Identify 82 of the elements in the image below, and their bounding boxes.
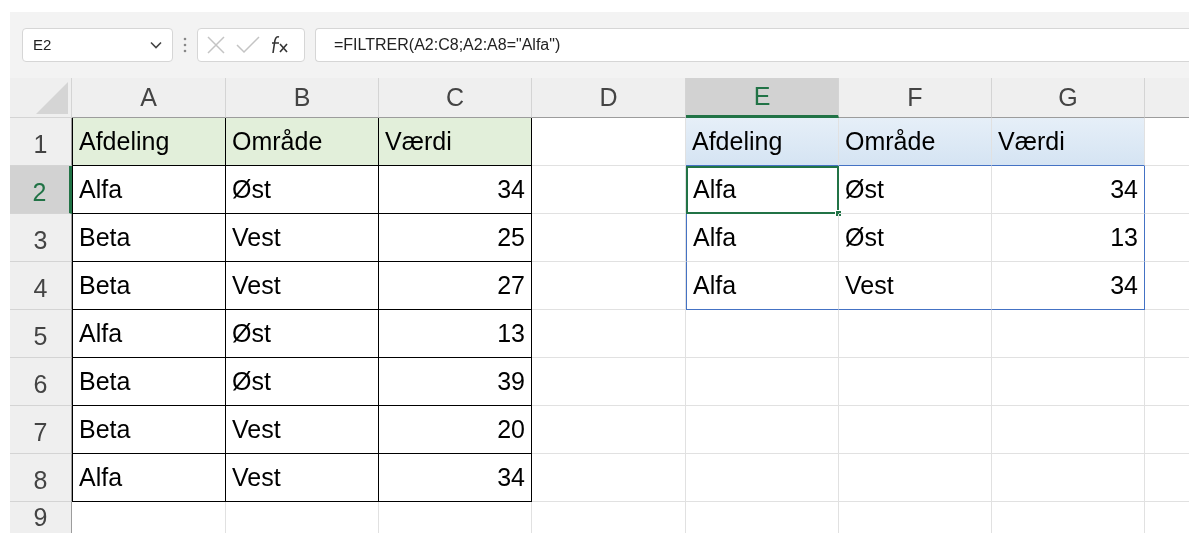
empty-cell[interactable] — [532, 310, 686, 358]
header-cell[interactable]: Værdi — [992, 118, 1145, 166]
row-header[interactable]: 8 — [10, 454, 72, 502]
row-header[interactable]: 9 — [10, 502, 72, 533]
row-header[interactable]: 2 — [10, 166, 72, 214]
column-header[interactable]: C — [379, 78, 532, 118]
table-cell[interactable]: Vest — [839, 262, 992, 310]
table-cell[interactable]: 34 — [992, 166, 1145, 214]
empty-cell[interactable] — [532, 358, 686, 406]
table-cell[interactable]: Vest — [226, 406, 379, 454]
chevron-down-icon — [150, 41, 162, 49]
row-header[interactable]: 3 — [10, 214, 72, 262]
column-header[interactable]: E — [686, 78, 839, 118]
table-cell[interactable]: Alfa — [72, 166, 226, 214]
table-cell[interactable]: Øst — [226, 310, 379, 358]
table-cell[interactable]: Alfa — [686, 214, 839, 262]
header-cell[interactable]: Værdi — [379, 118, 532, 166]
empty-cell[interactable] — [686, 310, 839, 358]
empty-cell[interactable] — [532, 454, 686, 502]
table-cell[interactable]: 13 — [379, 310, 532, 358]
table-cell[interactable]: Vest — [226, 454, 379, 502]
table-cell[interactable]: Beta — [72, 262, 226, 310]
table-cell[interactable]: 34 — [379, 454, 532, 502]
table-cell[interactable]: 34 — [379, 166, 532, 214]
row-header[interactable]: 1 — [10, 118, 72, 166]
table-cell[interactable]: Beta — [72, 406, 226, 454]
empty-cell[interactable] — [686, 454, 839, 502]
table-cell[interactable]: Alfa — [686, 166, 839, 214]
empty-cell[interactable] — [992, 358, 1145, 406]
table-cell[interactable]: 13 — [992, 214, 1145, 262]
empty-cell[interactable] — [992, 406, 1145, 454]
header-cell[interactable]: Område — [226, 118, 379, 166]
formula-text: =FILTRER(A2:C8;A2:A8="Alfa") — [334, 35, 561, 55]
row-header[interactable]: 4 — [10, 262, 72, 310]
fill-handle[interactable] — [835, 210, 842, 217]
table-cell[interactable]: 25 — [379, 214, 532, 262]
table-cell[interactable]: Alfa — [72, 454, 226, 502]
column-header[interactable]: F — [839, 78, 992, 118]
column-header[interactable] — [1145, 78, 1189, 118]
table-cell[interactable]: 20 — [379, 406, 532, 454]
column-header[interactable]: B — [226, 78, 379, 118]
table-cell[interactable]: Vest — [226, 214, 379, 262]
empty-cell[interactable] — [839, 406, 992, 454]
table-cell[interactable]: Øst — [226, 166, 379, 214]
empty-cell[interactable] — [686, 358, 839, 406]
column-header[interactable]: A — [72, 78, 226, 118]
empty-cell[interactable] — [532, 166, 686, 214]
table-cell[interactable]: 39 — [379, 358, 532, 406]
name-box[interactable]: E2 — [22, 28, 173, 62]
table-cell[interactable]: Vest — [226, 262, 379, 310]
drag-handle-icon[interactable] — [183, 37, 187, 53]
empty-cell[interactable] — [532, 262, 686, 310]
table-cell[interactable]: Alfa — [72, 310, 226, 358]
table-cell[interactable]: 34 — [992, 262, 1145, 310]
table-cell[interactable]: Beta — [72, 214, 226, 262]
select-all-icon[interactable] — [36, 82, 68, 114]
row-header[interactable]: 6 — [10, 358, 72, 406]
row-header[interactable]: 5 — [10, 310, 72, 358]
empty-cell[interactable] — [686, 406, 839, 454]
table-cell[interactable]: Øst — [839, 166, 992, 214]
empty-cell[interactable] — [532, 214, 686, 262]
table-cell[interactable]: Alfa — [686, 262, 839, 310]
header-cell[interactable]: Afdeling — [686, 118, 839, 166]
table-cell[interactable]: Beta — [72, 358, 226, 406]
header-cell[interactable]: Afdeling — [72, 118, 226, 166]
empty-cell[interactable] — [992, 454, 1145, 502]
table-cell[interactable]: Øst — [226, 358, 379, 406]
row-header[interactable]: 7 — [10, 406, 72, 454]
cell-reference: E2 — [33, 34, 52, 55]
column-header[interactable]: D — [532, 78, 686, 118]
empty-cell[interactable] — [992, 310, 1145, 358]
empty-cell[interactable] — [839, 310, 992, 358]
empty-cell[interactable] — [532, 406, 686, 454]
empty-cell[interactable] — [839, 358, 992, 406]
table-cell[interactable]: Øst — [839, 214, 992, 262]
column-header[interactable]: G — [992, 78, 1145, 118]
formula-field[interactable]: =FILTRER(A2:C8;A2:A8="Alfa") — [315, 28, 1189, 62]
table-cell[interactable]: 27 — [379, 262, 532, 310]
empty-cell[interactable] — [839, 454, 992, 502]
check-icon[interactable] — [236, 36, 260, 54]
cancel-icon[interactable] — [206, 35, 226, 55]
header-cell[interactable]: Område — [839, 118, 992, 166]
